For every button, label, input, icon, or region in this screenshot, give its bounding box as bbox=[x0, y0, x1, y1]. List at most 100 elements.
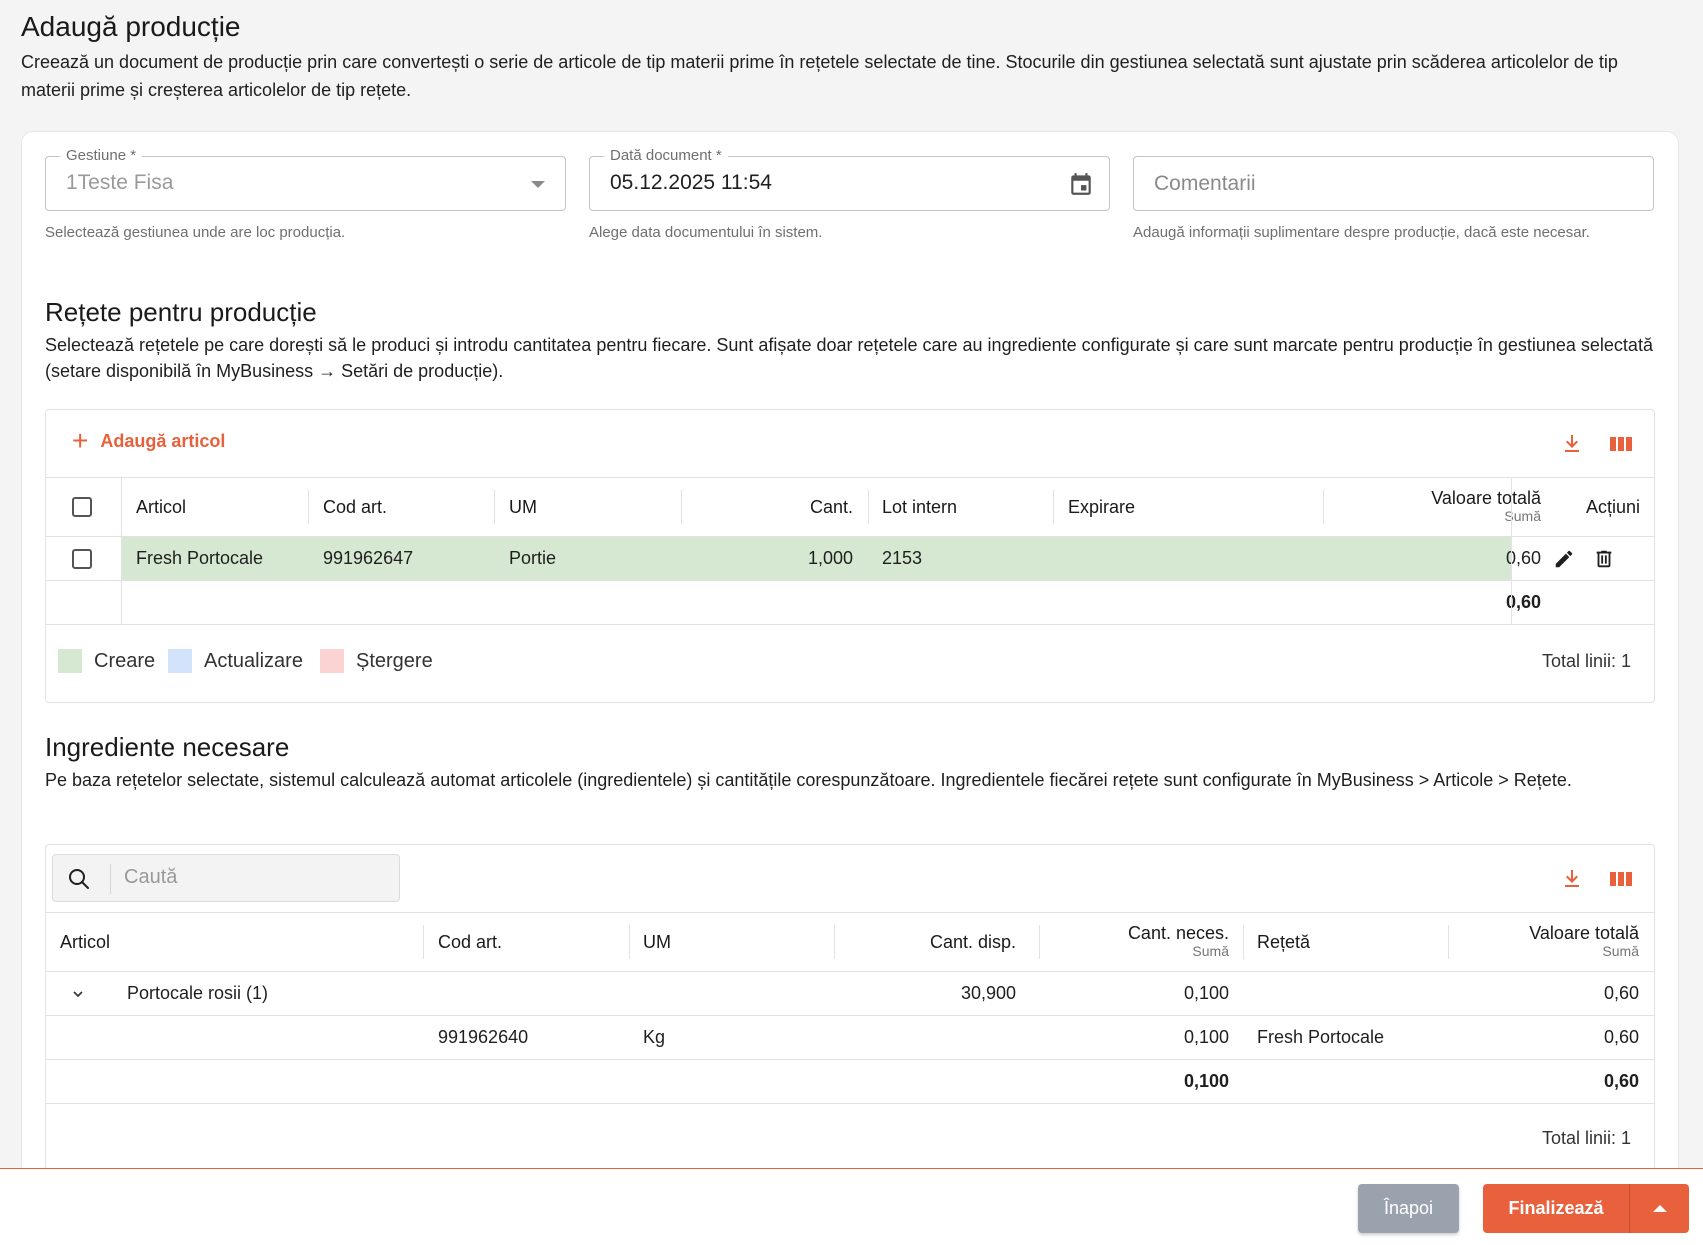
col-actiuni: Acțiuni bbox=[1585, 496, 1640, 517]
page-description: Creează un document de producție prin ca… bbox=[21, 52, 1618, 100]
ingredients-total-valoare: 0,60 bbox=[1603, 1071, 1639, 1091]
column-separator bbox=[494, 490, 495, 524]
column-separator bbox=[308, 490, 309, 524]
col-um[interactable]: UM bbox=[643, 913, 671, 971]
gestiune-help: Selectează gestiunea unde are loc produc… bbox=[45, 224, 346, 241]
cell-cant[interactable]: 1,000 bbox=[696, 537, 853, 580]
download-icon[interactable] bbox=[1559, 867, 1585, 891]
col-valoare-sub: Sumă bbox=[1602, 943, 1639, 959]
col-cod[interactable]: Cod art. bbox=[323, 478, 387, 536]
recipes-description: Selectează rețetele pe care dorești să l… bbox=[45, 335, 1653, 381]
dropdown-caret-icon bbox=[531, 181, 545, 188]
col-articol[interactable]: Articol bbox=[60, 913, 110, 971]
col-valoare-label: Valoare totală bbox=[1529, 923, 1639, 943]
column-separator bbox=[1243, 925, 1244, 959]
comentarii-help: Adaugă informații suplimentare despre pr… bbox=[1133, 224, 1590, 241]
column-separator bbox=[423, 925, 424, 959]
column-separator bbox=[1053, 490, 1054, 524]
cell-cant-neces: 0,100 bbox=[1183, 1027, 1229, 1047]
group-articol: Portocale rosii (1) bbox=[127, 983, 269, 1003]
col-articol[interactable]: Articol bbox=[136, 478, 186, 536]
ingredients-description: Pe baza rețetelor selectate, sistemul ca… bbox=[45, 770, 1572, 790]
col-cant-neces[interactable]: Cant. neces. Sumă bbox=[1046, 913, 1229, 971]
recipes-header-row: Articol Cod art. UM Cant. Lot intern Exp… bbox=[46, 478, 1654, 537]
gestiune-label: Gestiune * bbox=[60, 147, 143, 164]
cell-cod: 991962640 bbox=[438, 1027, 529, 1047]
column-divider bbox=[1511, 537, 1512, 580]
search-icon bbox=[69, 869, 89, 889]
legend-swatch bbox=[58, 649, 82, 673]
col-cant-disp[interactable]: Cant. disp. bbox=[836, 913, 1016, 971]
ingredients-title: Ingrediente necesare bbox=[45, 732, 290, 762]
column-separator bbox=[681, 490, 682, 524]
column-separator bbox=[868, 490, 869, 524]
col-reteta[interactable]: Rețetă bbox=[1257, 913, 1310, 971]
col-cant[interactable]: Cant. bbox=[696, 478, 853, 536]
calendar-icon[interactable] bbox=[1068, 170, 1094, 198]
cell-um: Portie bbox=[509, 548, 557, 568]
table-row[interactable]: Fresh Portocale 991962647 Portie 1,000 2… bbox=[46, 537, 1654, 581]
group-cant-neces: 0,100 bbox=[1183, 983, 1229, 1003]
cell-reteta: Fresh Portocale bbox=[1257, 1027, 1385, 1047]
columns-icon[interactable] bbox=[1608, 432, 1634, 456]
group-valoare: 0,60 bbox=[1603, 983, 1639, 1003]
page-title: Adaugă producție bbox=[21, 11, 241, 42]
group-cant-disp: 30,900 bbox=[960, 983, 1016, 1003]
search-input[interactable]: Caută bbox=[52, 854, 400, 902]
delete-icon[interactable] bbox=[1593, 548, 1615, 570]
recipes-title: Rețete pentru producție bbox=[45, 297, 317, 327]
row-checkbox[interactable] bbox=[72, 548, 92, 569]
production-card: Gestiune * 1Teste Fisa Selectează gestiu… bbox=[21, 131, 1679, 1245]
finish-options-button[interactable] bbox=[1629, 1184, 1689, 1233]
ingredients-header-row: Articol Cod art. UM Cant. disp. Cant. ne… bbox=[46, 913, 1654, 972]
columns-icon[interactable] bbox=[1608, 867, 1634, 891]
ingredients-total-lines: Total linii: 1 bbox=[1541, 1128, 1631, 1148]
comentarii-placeholder: Comentarii bbox=[1154, 172, 1256, 195]
gestiune-select[interactable]: Gestiune * 1Teste Fisa bbox=[45, 147, 566, 211]
column-divider bbox=[1511, 581, 1512, 624]
chevron-down-icon[interactable] bbox=[70, 986, 86, 1002]
back-button[interactable]: Înapoi bbox=[1358, 1184, 1459, 1233]
recipes-total-row: 0,60 bbox=[46, 581, 1654, 625]
column-divider bbox=[121, 478, 122, 536]
ingredients-total-row: 0,100 0,60 bbox=[46, 1060, 1654, 1104]
col-expirare[interactable]: Expirare bbox=[1068, 478, 1135, 536]
add-article-button[interactable]: + Adaugă articol bbox=[72, 427, 226, 455]
col-cod[interactable]: Cod art. bbox=[438, 913, 502, 971]
col-valoare[interactable]: Valoare totală Sumă bbox=[1456, 913, 1639, 971]
data-document-field[interactable]: Dată document * 05.12.2025 11:54 bbox=[589, 147, 1110, 211]
select-all-checkbox-cell bbox=[72, 478, 92, 536]
col-lot[interactable]: Lot intern bbox=[882, 478, 957, 536]
ingredients-toolbar: Caută bbox=[46, 845, 1654, 913]
cell-cod: 991962647 bbox=[323, 548, 414, 568]
legend-swatch bbox=[168, 649, 192, 673]
gestiune-value: 1Teste Fisa bbox=[66, 171, 174, 194]
column-separator bbox=[834, 925, 835, 959]
table-row[interactable]: 991962640 Kg 0,100 Fresh Portocale 0,60 bbox=[46, 1016, 1654, 1060]
search-divider bbox=[110, 864, 111, 894]
legend-swatch bbox=[320, 649, 344, 673]
column-separator bbox=[1039, 925, 1040, 959]
legend-update: Actualizare bbox=[168, 649, 303, 673]
legend-update-label: Actualizare bbox=[204, 649, 303, 672]
data-document-label: Dată document * bbox=[604, 147, 728, 164]
recipes-grid: + Adaugă articol Articol Cod art. UM Can… bbox=[45, 409, 1655, 703]
download-icon[interactable] bbox=[1559, 432, 1585, 456]
col-cant-neces-sub: Sumă bbox=[1192, 943, 1229, 959]
group-row[interactable]: Portocale rosii (1) 30,900 0,100 0,60 bbox=[46, 972, 1654, 1016]
col-um[interactable]: UM bbox=[509, 478, 537, 536]
legend-delete: Ștergere bbox=[320, 649, 433, 673]
recipes-total-lines: Total linii: 1 bbox=[1541, 651, 1631, 671]
legend-create-label: Creare bbox=[94, 649, 156, 672]
select-all-checkbox[interactable] bbox=[72, 497, 92, 517]
add-article-label: Adaugă articol bbox=[100, 430, 226, 451]
edit-icon[interactable] bbox=[1553, 548, 1575, 570]
column-separator bbox=[629, 925, 630, 959]
row-checkbox-cell bbox=[72, 537, 92, 580]
data-document-help: Alege data documentului în sistem. bbox=[589, 224, 823, 241]
finish-button[interactable]: Finalizează bbox=[1483, 1184, 1629, 1233]
arrow-up-icon bbox=[1653, 1205, 1667, 1212]
recipes-toolbar: + Adaugă articol bbox=[46, 410, 1654, 478]
comentarii-input[interactable]: Comentarii bbox=[1133, 156, 1654, 211]
search-placeholder: Caută bbox=[124, 866, 178, 888]
